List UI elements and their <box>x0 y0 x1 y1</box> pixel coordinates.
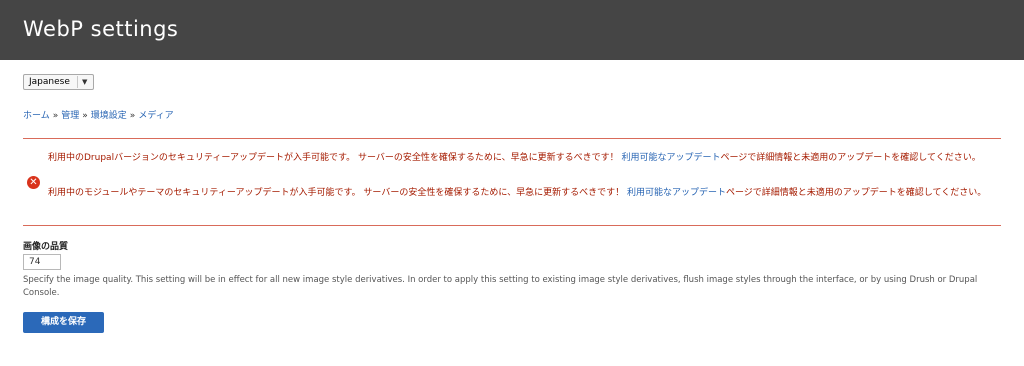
breadcrumb-config-link[interactable]: 環境設定 <box>91 111 127 121</box>
error-messages: ✕ 利用中のDrupalバージョンのセキュリティーアップデートが入手可能です。 … <box>23 138 1001 226</box>
language-select-value: Japanese <box>29 77 70 87</box>
message-text: ページで詳細情報と未適用のアップデートを確認してください。 <box>725 188 987 198</box>
image-quality-input[interactable] <box>23 254 61 270</box>
message-text: ページで詳細情報と未適用のアップデートを確認してください。 <box>720 153 981 163</box>
image-quality-label: 画像の品質 <box>23 242 69 252</box>
select-divider <box>77 76 78 88</box>
chevron-down-icon: ▼ <box>82 78 88 86</box>
breadcrumb-separator: » <box>52 111 59 121</box>
save-configuration-button[interactable]: 構成を保存 <box>23 312 104 333</box>
security-update-message-modules: 利用中のモジュールやテーマのセキュリティーアップデートが入手可能です。 サーバー… <box>48 187 988 200</box>
image-quality-description: Specify the image quality. This setting … <box>23 275 978 298</box>
breadcrumb-admin-link[interactable]: 管理 <box>61 111 79 121</box>
security-update-message-core: 利用中のDrupalバージョンのセキュリティーアップデートが入手可能です。 サー… <box>48 152 988 165</box>
breadcrumb-separator: » <box>129 111 136 121</box>
breadcrumb-home-link[interactable]: ホーム <box>23 111 50 121</box>
message-text: 利用中のDrupalバージョンのセキュリティーアップデートが入手可能です。 サー… <box>48 153 622 163</box>
available-updates-link[interactable]: 利用可能なアップデート <box>627 188 726 198</box>
breadcrumb-separator: » <box>82 111 88 121</box>
language-select[interactable]: Japanese ▼ <box>23 74 94 90</box>
breadcrumb-media-link[interactable]: メディア <box>138 111 173 121</box>
error-icon: ✕ <box>27 176 40 189</box>
page-title: WebP settings <box>23 17 179 41</box>
breadcrumb: ホーム» 管理» 環境設定» メディア <box>23 110 174 122</box>
page-header: WebP settings <box>0 0 1024 60</box>
message-text: 利用中のモジュールやテーマのセキュリティーアップデートが入手可能です。 サーバー… <box>48 188 627 198</box>
available-updates-link[interactable]: 利用可能なアップデート <box>621 153 720 163</box>
